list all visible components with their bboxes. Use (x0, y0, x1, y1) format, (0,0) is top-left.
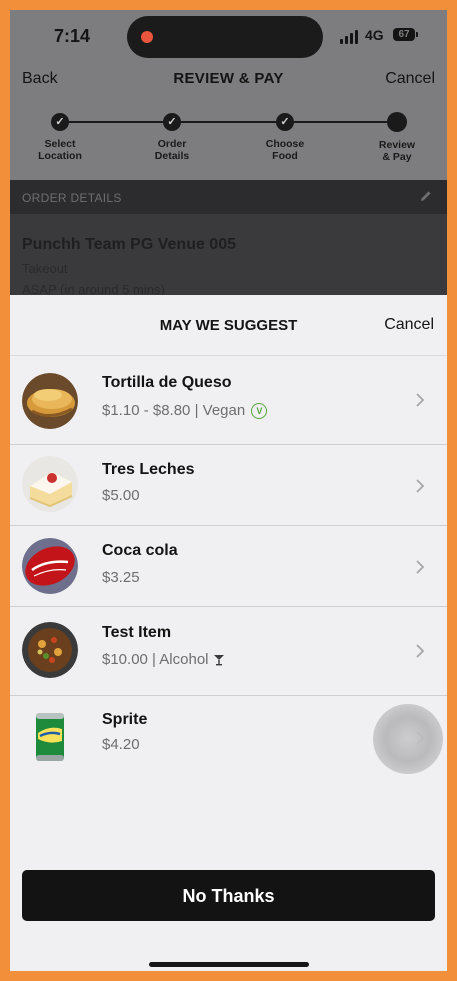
step-label-line1: Review (378, 139, 416, 151)
step-label-line1: Select (44, 138, 76, 150)
item-price: $10.00 | Alcohol (102, 651, 225, 668)
sheet-title: MAY WE SUGGEST (159, 317, 298, 334)
item-price: $3.25 (102, 569, 140, 586)
cellular-signal-icon (340, 30, 362, 44)
sheet-header: MAY WE SUGGEST Cancel (10, 295, 447, 356)
item-photo (22, 538, 78, 594)
cancel-button[interactable]: Cancel (385, 70, 435, 88)
step-choose-food[interactable]: ✓ Choose Food (240, 110, 330, 162)
item-price: $4.20 (102, 736, 140, 753)
item-tag: Vegan (202, 402, 246, 419)
item-name: Sprite (102, 711, 148, 728)
item-name: Tres Leches (102, 461, 195, 478)
nav-bar: Back REVIEW & PAY Cancel (10, 68, 447, 92)
item-tag: Alcohol (159, 651, 209, 668)
pencil-icon[interactable] (419, 189, 433, 203)
item-photo (22, 622, 78, 678)
item-name: Tortilla de Queso (102, 374, 232, 391)
step-label-line1: Order (157, 138, 187, 150)
item-price-value: $1.10 - $8.80 (102, 402, 191, 419)
chevron-right-icon (416, 560, 425, 574)
suggestion-item-tortilla[interactable]: Tortilla de Queso $1.10 - $8.80 | Vegan … (10, 356, 447, 444)
page-title: REVIEW & PAY (173, 70, 284, 87)
phone-screen: 7:14 4G 67 Back REVIEW & PAY Cancel ✓ Se… (10, 10, 447, 971)
step-order-details[interactable]: ✓ Order Details (127, 110, 217, 162)
dimmed-page-header: 7:14 4G 67 Back REVIEW & PAY Cancel ✓ Se… (10, 10, 447, 180)
check-icon: ✓ (276, 113, 294, 131)
check-icon: ✓ (51, 113, 69, 131)
order-mode: Takeout (22, 261, 68, 276)
venue-name: Punchh Team PG Venue 005 (22, 236, 236, 253)
home-indicator[interactable] (149, 962, 309, 967)
item-price: $5.00 (102, 487, 140, 504)
suggestion-item-tres-leches[interactable]: Tres Leches $5.00 (10, 445, 447, 525)
suggestion-item-coca-cola[interactable]: Coca cola $3.25 (10, 526, 447, 606)
network-type: 4G (365, 27, 384, 43)
suggestion-sheet: MAY WE SUGGEST Cancel Tortilla de Queso … (10, 295, 447, 971)
chevron-right-icon (416, 479, 425, 493)
item-price: $1.10 - $8.80 | Vegan V (102, 402, 268, 420)
item-photo (22, 456, 78, 512)
item-name: Coca cola (102, 542, 178, 559)
check-icon: ✓ (163, 113, 181, 131)
step-select-location[interactable]: ✓ Select Location (15, 110, 105, 162)
suggestion-item-test-item[interactable]: Test Item $10.00 | Alcohol (10, 607, 447, 695)
recording-indicator-icon (141, 31, 153, 43)
status-bar: 7:14 4G 67 (10, 10, 447, 62)
dynamic-island (127, 16, 323, 58)
current-step-dot (387, 112, 407, 132)
order-details-section: ORDER DETAILS Punchh Team PG Venue 005 T… (10, 180, 447, 305)
touch-indicator (373, 704, 443, 774)
sheet-cancel-button[interactable]: Cancel (384, 316, 434, 334)
item-photo (22, 373, 78, 429)
order-details-header: ORDER DETAILS (10, 180, 447, 214)
step-label-line1: Choose (265, 138, 305, 150)
section-title: ORDER DETAILS (22, 191, 122, 205)
item-photo (22, 709, 78, 765)
no-thanks-button[interactable]: No Thanks (22, 870, 435, 921)
cocktail-glass-icon (213, 655, 224, 666)
battery-icon: 67 (393, 28, 415, 41)
step-label-line2: Location (38, 150, 82, 162)
vegan-icon: V (251, 403, 268, 420)
status-time: 7:14 (54, 26, 91, 46)
checkout-stepper: ✓ Select Location ✓ Order Details ✓ Choose… (10, 110, 447, 180)
chevron-right-icon (416, 644, 425, 658)
battery-tip (416, 32, 418, 37)
item-name: Test Item (102, 624, 172, 641)
step-label-line2: Food (272, 150, 298, 162)
item-price-value: $10.00 (102, 651, 148, 668)
step-label-line2: & Pay (382, 151, 412, 163)
stepper-line (60, 121, 398, 123)
chevron-right-icon (416, 393, 425, 407)
step-label-line2: Details (154, 150, 190, 162)
step-review-pay[interactable]: Review & Pay (352, 110, 442, 163)
